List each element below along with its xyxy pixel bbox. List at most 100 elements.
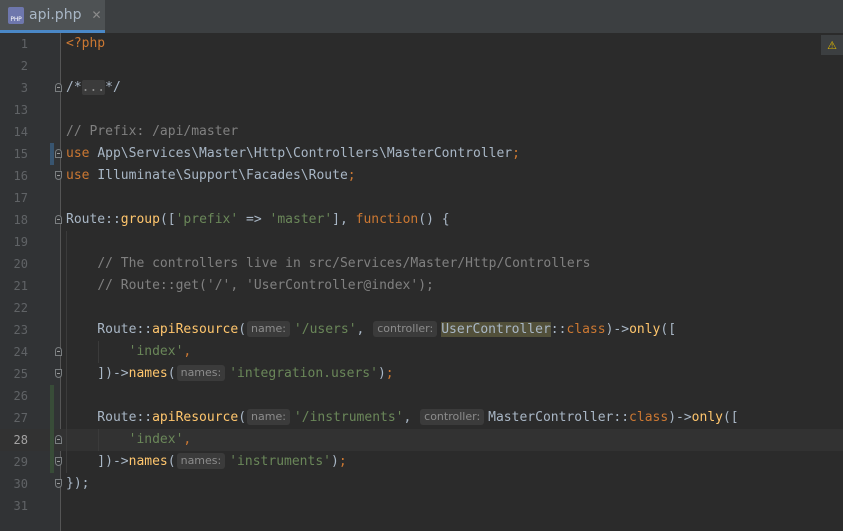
code-token: // The controllers live in src/Services/… [97,256,591,271]
fold-toggle-icon[interactable] [55,435,62,444]
code-line[interactable]: 19 [0,231,843,253]
fold-toggle-icon[interactable] [55,83,62,92]
code-token: group [120,212,160,227]
line-number[interactable]: 25 [0,363,28,385]
line-number[interactable]: 13 [0,99,28,121]
code-token: 'instruments' [229,454,331,469]
code-text: ])->names(names:'instruments'); [66,451,347,473]
code-token: :: [550,322,567,337]
line-number[interactable]: 3 [0,77,28,99]
fold-toggle-icon[interactable] [55,171,62,180]
code-token: 'master' [269,212,333,227]
code-editor[interactable]: 1 <?php 2 3 /*...*/ 13 14 // Prefix: /api/maste… [0,33,843,531]
php-file-icon: PHP [8,6,24,24]
parameter-hint: names: [176,365,226,381]
code-token: class [629,410,669,425]
warning-icon[interactable]: ⚠ [821,35,843,55]
line-number[interactable]: 27 [0,407,28,429]
code-token: ])-> [66,454,129,469]
line-number[interactable]: 18 [0,209,28,231]
code-line[interactable]: 31 [0,495,843,517]
code-token: use [66,146,98,161]
code-token: */ [105,80,121,95]
code-token: App\Services\Master\Http\Controllers\Mas… [97,146,513,161]
code-line[interactable]: 24 'index', [0,341,843,363]
line-number[interactable]: 16 [0,165,28,187]
code-token: ; [512,146,520,161]
code-text: use App\Services\Master\Http\Controllers… [66,143,520,165]
code-token: ; [338,454,347,469]
fold-toggle-icon[interactable] [55,215,62,224]
vcs-added-marker[interactable] [50,385,54,473]
code-token: only [691,410,723,425]
code-token: ])-> [66,366,129,381]
line-number[interactable]: 20 [0,253,28,275]
code-line[interactable]: 3 /*...*/ [0,77,843,99]
code-line[interactable]: 23 Route::apiResource(name: '/users', con… [0,319,843,341]
line-number[interactable]: 24 [0,341,28,363]
code-line[interactable]: 25 ])->names(names:'integration.users'); [0,363,843,385]
code-line[interactable]: 1 <?php [0,33,843,55]
line-number[interactable]: 28 [0,429,28,451]
line-number[interactable]: 19 [0,231,28,253]
parameter-hint: controller: [373,321,438,337]
code-token: ) [377,366,386,381]
line-number[interactable]: 2 [0,55,28,77]
fold-toggle-icon[interactable] [55,457,62,466]
code-line[interactable]: 26 [0,385,843,407]
code-line[interactable]: 21 // Route::get('/', 'UserController@in… [0,275,843,297]
code-line[interactable]: 22 [0,297,843,319]
code-line[interactable]: 14 // Prefix: /api/master [0,121,843,143]
code-line[interactable]: 2 [0,55,843,77]
code-token: 'prefix' [175,212,239,227]
code-text: }); [66,473,89,495]
code-token: => [238,212,270,227]
code-line[interactable]: 28 'index', [0,429,843,451]
code-line[interactable]: 30}); [0,473,843,495]
code-token: /* [66,80,82,95]
line-number[interactable]: 29 [0,451,28,473]
code-token: names [128,454,168,469]
line-number[interactable]: 22 [0,297,28,319]
code-line[interactable]: 29 ])->names(names:'instruments'); [0,451,843,473]
code-line[interactable]: 20 // The controllers live in src/Servic… [0,253,843,275]
fold-toggle-icon[interactable] [55,347,62,356]
code-token: Route:: [66,212,121,227]
tab-api-php[interactable]: PHP api.php ✕ [0,0,105,33]
line-number[interactable]: 21 [0,275,28,297]
fold-toggle-icon[interactable] [55,149,62,158]
line-number[interactable]: 1 [0,33,28,55]
fold-toggle-icon[interactable] [55,369,62,378]
code-text: /*...*/ [66,77,121,99]
code-line[interactable]: 13 [0,99,843,121]
line-number[interactable]: 30 [0,473,28,495]
code-line[interactable]: 15 use App\Services\Master\Http\Controlle… [0,143,843,165]
code-token: Illuminate\Support\Facades\Route [97,168,348,183]
code-token: ([ [722,410,739,425]
code-line[interactable]: 18 Route::group(['prefix' => 'master'], f… [0,209,843,231]
code-token: ( [167,454,176,469]
vcs-modified-marker[interactable] [50,143,54,165]
code-token: ; [347,168,356,183]
line-number[interactable]: 14 [0,121,28,143]
line-number[interactable]: 15 [0,143,28,165]
code-token: ( [167,366,176,381]
code-line[interactable]: 27 Route::apiResource(name: '/instruments… [0,407,843,429]
code-line[interactable]: 17 [0,187,843,209]
code-token: ; [385,366,394,381]
line-number[interactable]: 17 [0,187,28,209]
parameter-hint: name: [247,409,290,425]
code-token: ], [332,212,356,227]
folded-region[interactable]: ... [81,80,106,95]
close-icon[interactable]: ✕ [91,8,101,22]
code-line[interactable]: 16 use Illuminate\Support\Facades\Route; [0,165,843,187]
code-token: ) [330,454,339,469]
code-text: <?php [66,33,105,55]
line-number[interactable]: 26 [0,385,28,407]
code-token: ([ [159,212,176,227]
line-number[interactable]: 31 [0,495,28,517]
line-number[interactable]: 23 [0,319,28,341]
fold-toggle-icon[interactable] [55,479,62,488]
code-token: apiResource [152,322,239,337]
